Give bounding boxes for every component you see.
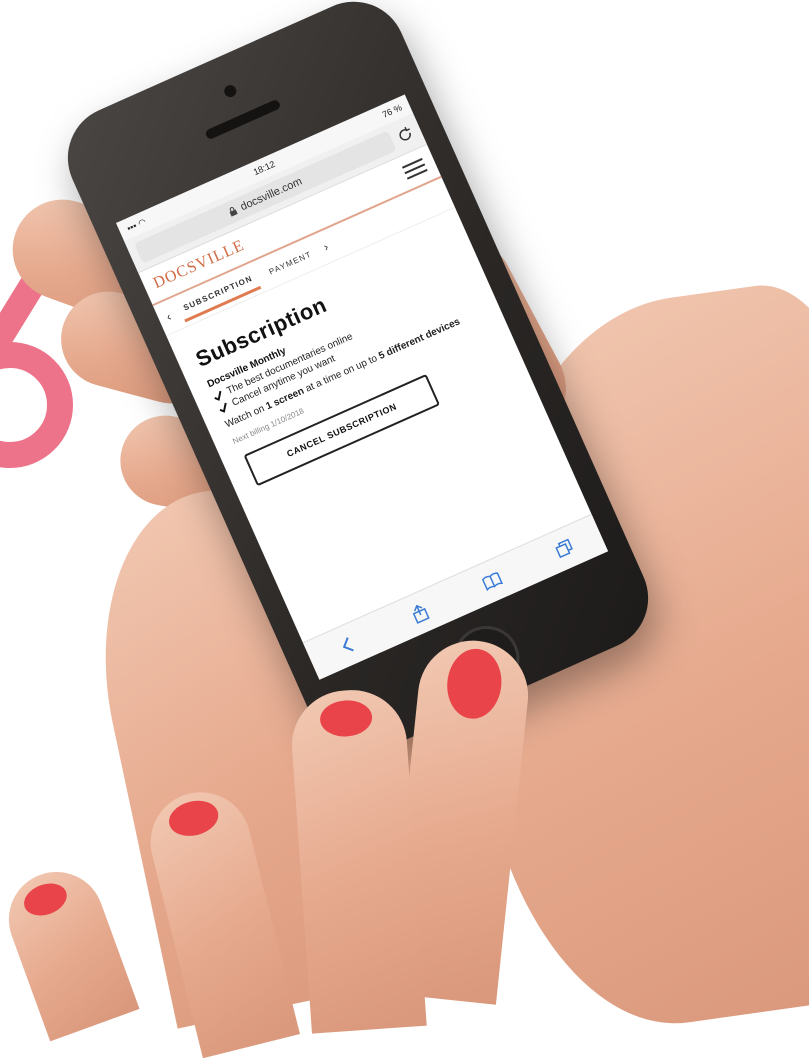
share-icon[interactable] — [406, 600, 432, 626]
fingernail — [19, 877, 72, 922]
step-prev-chevron[interactable]: ‹ — [164, 309, 174, 324]
fingernail — [165, 795, 222, 841]
fingernail — [318, 698, 374, 739]
menu-icon[interactable] — [401, 157, 429, 181]
lock-icon — [230, 206, 239, 217]
back-icon[interactable] — [334, 632, 360, 658]
tapping-middle-finger — [288, 686, 427, 1034]
check-icon — [219, 402, 227, 413]
reload-icon[interactable] — [395, 124, 416, 145]
fingernail — [443, 646, 505, 722]
tabs-icon[interactable] — [551, 536, 577, 562]
check-icon — [214, 390, 222, 401]
bookmarks-icon[interactable] — [478, 568, 504, 594]
pinky-finger — [0, 858, 140, 1042]
step-next-chevron[interactable]: › — [321, 239, 331, 254]
